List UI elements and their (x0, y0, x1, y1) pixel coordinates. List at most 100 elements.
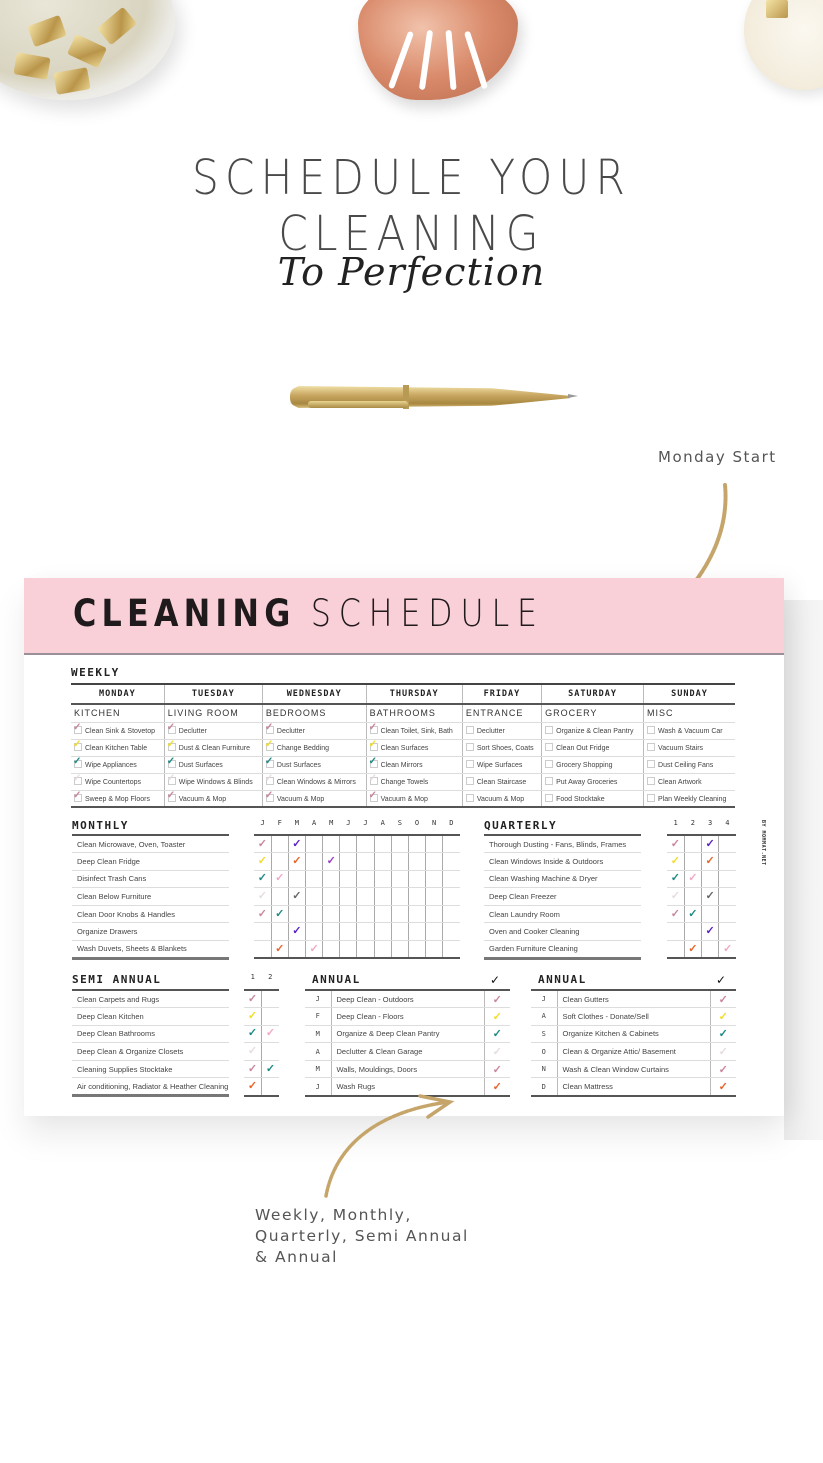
check-cell[interactable] (270, 835, 289, 854)
check-cell[interactable] (718, 835, 736, 854)
task-checkbox[interactable]: ✓ (73, 757, 82, 768)
check-cell[interactable] (304, 870, 323, 889)
check-cell[interactable] (683, 887, 702, 906)
check-cell[interactable]: ✓ (667, 870, 685, 889)
check-cell[interactable] (270, 852, 289, 871)
check-cell[interactable] (407, 852, 426, 871)
task-checkbox[interactable] (647, 743, 656, 751)
check-cell[interactable] (270, 922, 289, 942)
check-cell[interactable] (373, 870, 392, 889)
check-cell[interactable] (425, 835, 443, 854)
check-cell[interactable] (322, 940, 340, 959)
check-cell[interactable]: ✓ (270, 870, 289, 889)
check-cell[interactable]: ✓ (683, 940, 702, 959)
check-cell[interactable]: ✓ (667, 852, 685, 871)
annual-check-cell[interactable]: ✓ (483, 990, 510, 1009)
task-checkbox[interactable]: ✓ (167, 790, 176, 802)
check-cell[interactable]: ✓ (270, 940, 289, 959)
check-cell[interactable]: ✓ (244, 1025, 262, 1044)
check-cell[interactable]: ✓ (254, 887, 272, 906)
annual-check-cell[interactable]: ✓ (483, 1077, 510, 1097)
check-cell[interactable] (718, 852, 736, 871)
check-cell[interactable]: ✓ (244, 990, 262, 1009)
check-cell[interactable] (407, 870, 426, 889)
check-cell[interactable] (390, 835, 409, 854)
check-cell[interactable] (339, 852, 357, 871)
check-cell[interactable] (322, 835, 340, 854)
task-checkbox[interactable] (465, 743, 474, 751)
check-cell[interactable] (254, 940, 272, 959)
check-cell[interactable] (700, 940, 719, 959)
check-cell[interactable] (339, 835, 357, 854)
check-cell[interactable] (261, 1077, 279, 1097)
check-cell[interactable]: ✓ (254, 905, 272, 924)
check-cell[interactable]: ✓ (244, 1060, 262, 1079)
check-cell[interactable] (322, 870, 340, 889)
check-cell[interactable] (442, 887, 460, 906)
task-checkbox[interactable]: ✓ (265, 790, 274, 802)
task-checkbox[interactable] (647, 726, 656, 734)
check-cell[interactable] (407, 835, 426, 854)
check-cell[interactable] (287, 905, 306, 924)
check-cell[interactable] (339, 887, 357, 906)
check-cell[interactable] (442, 870, 460, 889)
check-cell[interactable] (390, 870, 409, 889)
check-cell[interactable] (442, 905, 460, 924)
task-checkbox[interactable] (647, 793, 656, 802)
task-checkbox[interactable]: ✓ (265, 757, 274, 768)
check-cell[interactable] (304, 852, 323, 871)
task-checkbox[interactable] (545, 793, 554, 802)
check-cell[interactable]: ✓ (261, 1025, 279, 1044)
task-checkbox[interactable] (545, 777, 554, 785)
check-cell[interactable] (356, 940, 375, 959)
check-cell[interactable]: ✓ (683, 905, 702, 924)
check-cell[interactable] (304, 887, 323, 906)
check-cell[interactable] (718, 905, 736, 924)
check-cell[interactable] (425, 905, 443, 924)
task-checkbox[interactable]: ✓ (73, 723, 82, 734)
task-checkbox[interactable] (465, 793, 474, 802)
check-cell[interactable] (261, 990, 279, 1009)
check-cell[interactable] (442, 852, 460, 871)
check-cell[interactable] (442, 940, 460, 959)
check-cell[interactable] (339, 922, 357, 942)
check-cell[interactable] (356, 922, 375, 942)
check-cell[interactable] (700, 870, 719, 889)
task-checkbox[interactable]: ✓ (369, 790, 378, 802)
check-cell[interactable] (718, 922, 736, 942)
check-cell[interactable] (356, 870, 375, 889)
check-cell[interactable] (667, 940, 685, 959)
check-cell[interactable] (683, 835, 702, 854)
check-cell[interactable]: ✓ (718, 940, 736, 959)
check-cell[interactable]: ✓ (287, 887, 306, 906)
task-checkbox[interactable]: ✓ (265, 740, 274, 751)
check-cell[interactable]: ✓ (244, 1042, 262, 1061)
task-checkbox[interactable]: ✓ (73, 790, 82, 802)
check-cell[interactable] (339, 870, 357, 889)
annual-check-cell[interactable]: ✓ (483, 1042, 510, 1061)
annual-check-cell[interactable]: ✓ (709, 1025, 736, 1044)
check-cell[interactable]: ✓ (667, 905, 685, 924)
check-cell[interactable] (356, 852, 375, 871)
task-checkbox[interactable]: ✓ (369, 723, 378, 734)
check-cell[interactable] (304, 922, 323, 942)
check-cell[interactable] (356, 887, 375, 906)
check-cell[interactable]: ✓ (244, 1007, 262, 1026)
check-cell[interactable] (425, 940, 443, 959)
check-cell[interactable] (373, 852, 392, 871)
check-cell[interactable] (425, 887, 443, 906)
task-checkbox[interactable]: ✓ (369, 740, 378, 751)
check-cell[interactable] (390, 922, 409, 942)
check-cell[interactable]: ✓ (700, 922, 719, 942)
task-checkbox[interactable] (545, 743, 554, 751)
check-cell[interactable] (407, 922, 426, 942)
check-cell[interactable] (373, 922, 392, 942)
check-cell[interactable] (442, 835, 460, 854)
check-cell[interactable] (425, 922, 443, 942)
check-cell[interactable] (339, 905, 357, 924)
check-cell[interactable]: ✓ (254, 870, 272, 889)
check-cell[interactable] (322, 887, 340, 906)
check-cell[interactable] (390, 852, 409, 871)
check-cell[interactable] (425, 870, 443, 889)
check-cell[interactable] (304, 905, 323, 924)
